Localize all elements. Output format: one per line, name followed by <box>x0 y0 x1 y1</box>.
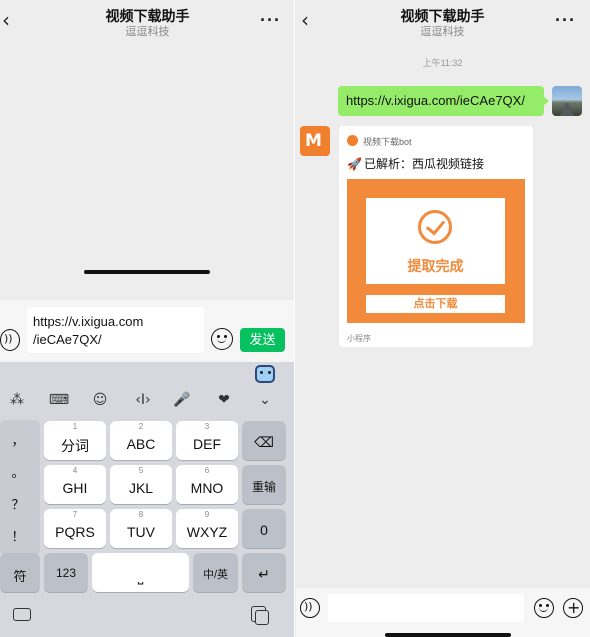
delete-key[interactable]: ⌫ <box>242 421 286 460</box>
emoji-keyboard-icon[interactable]: ☺ <box>89 392 111 408</box>
chat-header: ‹ 视频下载助手 逗逗科技 ··· <box>295 0 590 44</box>
cursor-move-icon[interactable]: ‹I› <box>129 392 157 408</box>
ime-keyboard: ⁂ ⌨ ☺ ‹I› 🎤 ❤ ⌄ ， 。 ？ ！ 1 分词 2 ABC 3 DEF ⌫ … <box>0 362 295 637</box>
keyboard-switch-icon[interactable] <box>13 608 31 621</box>
punct-question[interactable]: ？ <box>0 494 36 513</box>
chat-header: ‹ 视频下载助手 逗逗科技 ··· <box>0 0 295 44</box>
bot-logo-icon: M <box>305 131 322 151</box>
key-1[interactable]: 1 分词 <box>44 421 106 460</box>
enter-key[interactable]: ↵ <box>242 553 286 592</box>
thumbnail-panel: 提取完成 <box>366 198 505 284</box>
message-input[interactable]: https://v.ixigua.com /ieCAe7QX/ <box>27 307 204 353</box>
download-button[interactable]: 点击下载 <box>366 295 505 313</box>
voice-input-icon[interactable]: )) <box>300 598 320 618</box>
microphone-icon[interactable]: 🎤 <box>171 392 193 408</box>
key-3[interactable]: 3 DEF <box>176 421 238 460</box>
punctuation-column: ， 。 ？ ！ <box>0 420 40 556</box>
emoji-icon[interactable] <box>534 598 554 618</box>
message-input-line-1: https://v.ixigua.com <box>33 314 144 329</box>
bot-logo-icon <box>347 135 358 146</box>
key-5[interactable]: 5 JKL <box>110 465 172 504</box>
clipboard-icon[interactable] <box>251 606 269 625</box>
language-switch-key[interactable]: 中/英 <box>193 553 238 592</box>
bot-avatar[interactable]: M <box>300 126 330 156</box>
enter-icon: ↵ <box>258 566 270 582</box>
punct-period[interactable]: 。 <box>0 462 36 481</box>
punct-exclaim[interactable]: ！ <box>0 526 36 545</box>
check-circle-icon <box>418 210 452 244</box>
retype-key[interactable]: 重输 <box>242 465 286 504</box>
card-title: 🚀 已解析：西瓜视频链接 <box>347 157 484 171</box>
message-input-line-2: /ieCAe7QX/ <box>33 332 102 347</box>
self-avatar[interactable] <box>552 86 582 116</box>
key-0[interactable]: 0 <box>242 509 286 548</box>
extract-status: 提取完成 <box>407 258 464 274</box>
theme-icon[interactable]: ❤ <box>213 392 235 408</box>
keyboard-bottom-bar <box>0 598 295 637</box>
keyboard-menu-icon[interactable]: ⁂ <box>6 392 28 408</box>
space-key[interactable]: ⎵ <box>92 553 189 592</box>
numeric-key[interactable]: 123 <box>44 553 88 592</box>
keyboard-assistant-icon[interactable] <box>255 365 275 383</box>
chat-subtitle: 逗逗科技 <box>420 26 465 38</box>
more-icon[interactable]: ··· <box>555 10 576 31</box>
key-6[interactable]: 6 MNO <box>176 465 238 504</box>
screenshot-root: ‹ 视频下载助手 逗逗科技 ··· )) https://v.ixigua.co… <box>0 0 590 637</box>
key-2[interactable]: 2 ABC <box>110 421 172 460</box>
key-7[interactable]: 7 PQRS <box>44 509 106 548</box>
collapse-keyboard-icon[interactable]: ⌄ <box>254 392 276 408</box>
key-8[interactable]: 8 TUV <box>110 509 172 548</box>
home-indicator[interactable] <box>84 270 210 274</box>
message-input[interactable] <box>328 594 524 622</box>
backspace-icon: ⌫ <box>254 434 274 450</box>
mini-program-label: 小程序 <box>347 334 371 343</box>
home-indicator[interactable] <box>385 633 511 637</box>
rocket-icon: 🚀 <box>347 157 362 171</box>
left-chat-pane: ‹ 视频下载助手 逗逗科技 ··· )) https://v.ixigua.co… <box>0 0 295 637</box>
send-button[interactable]: 发送 <box>240 328 285 352</box>
voice-input-icon[interactable]: )) <box>0 329 20 351</box>
chat-subtitle: 逗逗科技 <box>125 26 170 38</box>
keyboard-layout-icon[interactable]: ⌨ <box>48 392 70 408</box>
card-source: 视频下载bot <box>363 137 412 147</box>
symbol-key[interactable]: 符 <box>0 553 40 592</box>
emoji-icon[interactable] <box>211 328 233 350</box>
card-thumbnail: 提取完成 点击下载 <box>347 179 525 323</box>
space-icon: ⎵ <box>137 568 144 584</box>
key-4[interactable]: 4 GHI <box>44 465 106 504</box>
more-icon[interactable]: ··· <box>260 10 281 31</box>
punct-comma[interactable]: ， <box>0 430 36 449</box>
mini-program-card[interactable]: 视频下载bot 🚀 已解析：西瓜视频链接 提取完成 点击下载 小程序 <box>339 126 533 347</box>
outgoing-message-bubble[interactable]: https://v.ixigua.com/ieCAe7QX/ <box>338 86 549 116</box>
key-9[interactable]: 9 WXYZ <box>176 509 238 548</box>
plus-icon[interactable]: + <box>563 598 583 618</box>
message-timestamp: 上午11:32 <box>422 58 463 68</box>
keyboard-toolbar: ⁂ ⌨ ☺ ‹I› 🎤 ❤ ⌄ <box>0 384 295 416</box>
